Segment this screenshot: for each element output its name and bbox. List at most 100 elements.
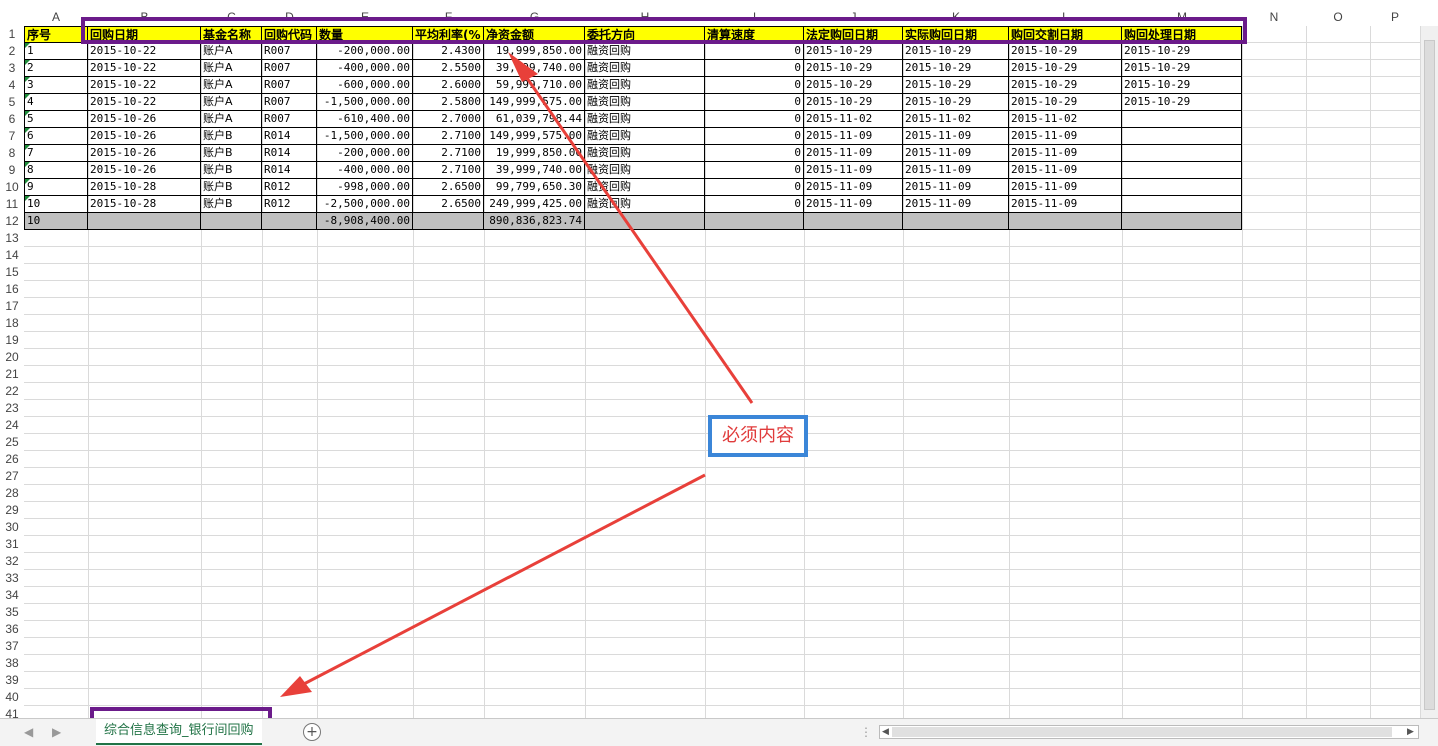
row-header-23[interactable]: 23 <box>0 400 24 417</box>
row-header-33[interactable]: 33 <box>0 570 24 587</box>
data-cell[interactable]: 1 <box>24 43 88 60</box>
data-cell[interactable]: 0 <box>705 77 804 94</box>
row-header-18[interactable]: 18 <box>0 315 24 332</box>
row-header-37[interactable]: 37 <box>0 638 24 655</box>
data-cell[interactable]: 2015-11-09 <box>804 196 903 213</box>
total-cell[interactable] <box>88 213 201 230</box>
data-cell[interactable]: 2.4300 <box>413 43 484 60</box>
column-header-o[interactable]: O <box>1306 9 1370 26</box>
total-cell[interactable] <box>1009 213 1122 230</box>
data-cell[interactable]: 2015-11-02 <box>1009 111 1122 128</box>
data-cell[interactable]: 2015-11-09 <box>1009 179 1122 196</box>
row-header-16[interactable]: 16 <box>0 281 24 298</box>
data-cell[interactable]: -1,500,000.00 <box>317 128 413 145</box>
data-cell[interactable]: 4 <box>24 94 88 111</box>
data-cell[interactable]: 账户A <box>201 60 262 77</box>
data-cell[interactable]: R012 <box>262 179 317 196</box>
data-cell[interactable]: 0 <box>705 162 804 179</box>
data-cell[interactable]: 149,999,575.00 <box>484 94 585 111</box>
total-cell[interactable] <box>804 213 903 230</box>
row-header-2[interactable]: 2 <box>0 43 24 60</box>
data-cell[interactable]: 2 <box>24 60 88 77</box>
data-cell[interactable] <box>1122 196 1242 213</box>
data-cell[interactable]: 2015-10-29 <box>804 43 903 60</box>
data-cell[interactable]: 61,039,798.44 <box>484 111 585 128</box>
total-cell[interactable] <box>903 213 1009 230</box>
row-header-1[interactable]: 1 <box>0 26 24 43</box>
data-cell[interactable]: 249,999,425.00 <box>484 196 585 213</box>
data-cell[interactable]: 2015-10-29 <box>804 60 903 77</box>
row-header-35[interactable]: 35 <box>0 604 24 621</box>
total-cell[interactable]: -8,908,400.00 <box>317 213 413 230</box>
data-cell[interactable]: 0 <box>705 196 804 213</box>
header-cell[interactable]: 序号 <box>24 26 88 43</box>
total-cell[interactable]: 10 <box>24 213 88 230</box>
total-cell[interactable] <box>1122 213 1242 230</box>
data-cell[interactable]: 99,799,650.30 <box>484 179 585 196</box>
data-cell[interactable] <box>1122 145 1242 162</box>
scroll-right-icon[interactable]: ▶ <box>1407 727 1414 737</box>
data-cell[interactable]: 0 <box>705 43 804 60</box>
data-cell[interactable]: 2015-11-09 <box>903 145 1009 162</box>
total-cell[interactable] <box>201 213 262 230</box>
row-header-10[interactable]: 10 <box>0 179 24 196</box>
data-cell[interactable]: 2015-10-29 <box>804 77 903 94</box>
data-cell[interactable]: 39,999,740.00 <box>484 60 585 77</box>
data-cell[interactable]: 2.5500 <box>413 60 484 77</box>
data-cell[interactable]: 2.6000 <box>413 77 484 94</box>
data-cell[interactable]: 融资回购 <box>585 60 705 77</box>
data-cell[interactable]: 19,999,850.00 <box>484 145 585 162</box>
data-cell[interactable]: R007 <box>262 60 317 77</box>
data-cell[interactable]: 2015-10-29 <box>1009 60 1122 77</box>
data-cell[interactable]: 59,999,710.00 <box>484 77 585 94</box>
data-cell[interactable]: 2015-10-29 <box>1122 94 1242 111</box>
vertical-scrollbar[interactable] <box>1420 26 1438 718</box>
data-cell[interactable] <box>1122 179 1242 196</box>
row-header-14[interactable]: 14 <box>0 247 24 264</box>
data-cell[interactable]: 2015-10-29 <box>1009 94 1122 111</box>
data-cell[interactable]: 账户B <box>201 196 262 213</box>
next-sheet-button[interactable]: ▶ <box>52 725 61 739</box>
data-cell[interactable]: 2015-11-02 <box>804 111 903 128</box>
data-cell[interactable]: 融资回购 <box>585 162 705 179</box>
data-cell[interactable]: 39,999,740.00 <box>484 162 585 179</box>
sheet-tab-active[interactable]: 综合信息查询_银行间回购 <box>96 719 262 745</box>
row-header-34[interactable]: 34 <box>0 587 24 604</box>
total-cell[interactable] <box>413 213 484 230</box>
row-header-27[interactable]: 27 <box>0 468 24 485</box>
data-cell[interactable]: R007 <box>262 111 317 128</box>
data-cell[interactable]: 19,999,850.00 <box>484 43 585 60</box>
data-cell[interactable]: R014 <box>262 162 317 179</box>
row-header-19[interactable]: 19 <box>0 332 24 349</box>
data-cell[interactable]: -2,500,000.00 <box>317 196 413 213</box>
data-cell[interactable]: -200,000.00 <box>317 43 413 60</box>
row-header-38[interactable]: 38 <box>0 655 24 672</box>
data-cell[interactable]: 2015-10-28 <box>88 196 201 213</box>
data-cell[interactable]: 2015-11-09 <box>1009 162 1122 179</box>
row-header-26[interactable]: 26 <box>0 451 24 468</box>
row-header-9[interactable]: 9 <box>0 162 24 179</box>
data-cell[interactable]: 融资回购 <box>585 94 705 111</box>
data-cell[interactable]: 融资回购 <box>585 77 705 94</box>
row-header-13[interactable]: 13 <box>0 230 24 247</box>
data-cell[interactable]: 账户B <box>201 145 262 162</box>
data-cell[interactable]: 2.7100 <box>413 145 484 162</box>
data-cell[interactable]: 0 <box>705 60 804 77</box>
row-header-36[interactable]: 36 <box>0 621 24 638</box>
row-header-25[interactable]: 25 <box>0 434 24 451</box>
data-cell[interactable]: 账户A <box>201 77 262 94</box>
row-header-22[interactable]: 22 <box>0 383 24 400</box>
row-header-21[interactable]: 21 <box>0 366 24 383</box>
data-cell[interactable]: 0 <box>705 179 804 196</box>
vertical-scroll-thumb[interactable] <box>1424 40 1435 710</box>
data-cell[interactable]: 2015-10-29 <box>804 94 903 111</box>
data-cell[interactable]: 2015-10-26 <box>88 111 201 128</box>
row-header-6[interactable]: 6 <box>0 111 24 128</box>
data-cell[interactable]: 2015-10-22 <box>88 60 201 77</box>
data-cell[interactable]: -200,000.00 <box>317 145 413 162</box>
data-cell[interactable]: -600,000.00 <box>317 77 413 94</box>
data-cell[interactable]: 账户B <box>201 162 262 179</box>
data-cell[interactable]: 2015-10-29 <box>903 43 1009 60</box>
data-cell[interactable]: 2.7100 <box>413 162 484 179</box>
data-cell[interactable]: 融资回购 <box>585 128 705 145</box>
